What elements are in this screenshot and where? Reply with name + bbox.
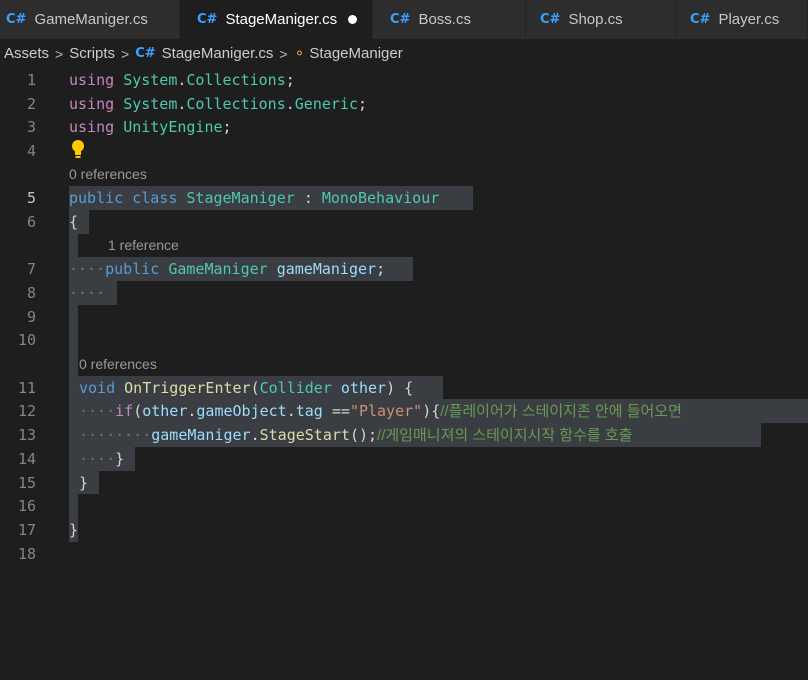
tab-label: StageManiger.cs [225, 11, 338, 28]
tab-label: GameManiger.cs [34, 11, 148, 28]
codelens-references[interactable]: 0 references [79, 354, 157, 374]
unsaved-dot-icon[interactable] [348, 15, 358, 24]
line-number: 4 [26, 142, 36, 160]
code-line-13: ········gameManiger.StageStart();//게임매니져… [79, 426, 633, 444]
tab-label: Player.cs [718, 11, 780, 28]
tab-shop[interactable]: C# Shop.cs [526, 0, 676, 39]
tab-gamemaniger[interactable]: C# GameManiger.cs [0, 0, 180, 39]
line-number: 9 [26, 308, 36, 326]
breadcrumb-item-scripts[interactable]: Scripts [69, 45, 115, 62]
line-number: 1 [26, 71, 36, 89]
code-line-12: ····if(other.gameObject.tag =="Player"){… [79, 402, 682, 420]
tab-bar: C# GameManiger.cs C# StageManiger.cs C# … [0, 0, 808, 39]
codelens-references[interactable]: 1 reference [108, 235, 179, 255]
chevron-right-icon: > [121, 45, 130, 62]
csharp-icon: C# [540, 12, 561, 27]
line-number: 11 [17, 379, 36, 397]
chevron-right-icon: > [279, 45, 288, 62]
code-line-3: using UnityEngine; [69, 118, 232, 136]
line-number: 16 [17, 497, 36, 515]
code-line-8: ···· [69, 284, 106, 302]
line-number: 8 [26, 284, 36, 302]
code-line-5: public class StageManiger : MonoBehaviou… [69, 189, 440, 207]
codelens-references[interactable]: 0 references [69, 164, 147, 184]
line-number: 5 [26, 189, 36, 207]
tab-player[interactable]: C# Player.cs [676, 0, 808, 39]
breadcrumb-item-assets[interactable]: Assets [4, 45, 49, 62]
code-line-6: { [69, 213, 79, 231]
csharp-icon: C# [690, 12, 711, 27]
class-icon: ⚬ [293, 45, 306, 62]
code-line-15: } [79, 474, 89, 492]
line-number: 15 [17, 474, 36, 492]
code-line-2: using System.Collections.Generic; [69, 95, 368, 113]
tab-label: Shop.cs [568, 11, 623, 28]
line-number-gutter: 1 2 3 4 5 6 7 8 9 10 11 12 13 14 15 16 1… [0, 68, 48, 565]
code-line-14: ····} [79, 450, 125, 468]
breadcrumb: Assets > Scripts > C# StageManiger.cs > … [0, 39, 808, 68]
line-number: 10 [17, 331, 36, 349]
tab-label: Boss.cs [418, 11, 471, 28]
code-line-1: using System.Collections; [69, 71, 295, 89]
breadcrumb-item-file[interactable]: StageManiger.cs [162, 45, 274, 62]
tab-stagemaniger[interactable]: C# StageManiger.cs [180, 0, 373, 39]
code-area[interactable]: using System.Collections; using System.C… [69, 68, 808, 565]
tab-boss[interactable]: C# Boss.cs [373, 0, 526, 39]
line-number: 12 [17, 402, 36, 420]
csharp-icon: C# [6, 12, 27, 27]
code-line-7: ····public GameManiger gameManiger; [69, 260, 386, 278]
line-number: 17 [17, 521, 36, 539]
line-number: 18 [17, 545, 36, 563]
line-number: 3 [26, 118, 36, 136]
line-number: 2 [26, 95, 36, 113]
csharp-icon: C# [197, 12, 218, 27]
line-number: 13 [17, 426, 36, 444]
line-number: 7 [26, 260, 36, 278]
code-editor[interactable]: 1 2 3 4 5 6 7 8 9 10 11 12 13 14 15 16 1… [0, 68, 808, 565]
line-number: 6 [26, 213, 36, 231]
breadcrumb-item-class[interactable]: StageManiger [309, 45, 402, 62]
chevron-right-icon: > [55, 45, 64, 62]
csharp-icon: C# [135, 46, 156, 61]
csharp-icon: C# [390, 12, 411, 27]
line-number: 14 [17, 450, 36, 468]
code-line-17: } [69, 521, 79, 539]
code-line-11: void OnTriggerEnter(Collider other) { [79, 379, 414, 397]
